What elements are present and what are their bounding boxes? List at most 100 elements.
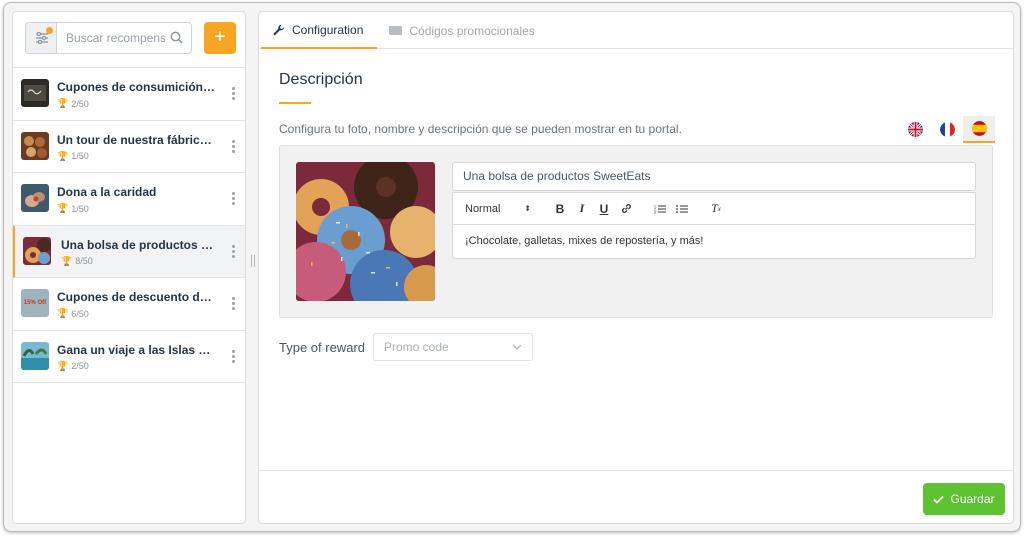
bold-icon[interactable]: B	[549, 198, 571, 220]
reward-type-select[interactable]: Promo code	[373, 333, 533, 361]
reward-title: Una bolsa de productos SweetEats	[61, 237, 221, 252]
reward-stock-value: 1/50	[71, 203, 89, 214]
reward-list-item[interactable]: Un tour de nuestra fábrica de dulces 🏆1/…	[13, 121, 245, 173]
trophy-icon: 🏆	[57, 150, 69, 161]
sliders-icon	[35, 32, 48, 44]
search-icon[interactable]	[170, 31, 183, 44]
svg-text:3: 3	[654, 210, 656, 214]
reward-editor-panel: Configuration Códigos promocionales Desc…	[258, 11, 1014, 524]
reward-stock-value: 8/50	[75, 256, 93, 266]
more-options-icon[interactable]	[232, 139, 236, 153]
updown-icon: ⬍	[524, 204, 531, 213]
editor-content[interactable]: ¡Chocolate, galletas, mixes de reposterí…	[453, 225, 975, 257]
reward-stock: 🏆 2/50	[57, 361, 89, 372]
check-icon	[933, 495, 945, 504]
more-options-icon[interactable]	[232, 349, 236, 363]
reward-stock: 🏆 2/50	[57, 98, 89, 109]
language-tab-es[interactable]	[963, 116, 995, 143]
reward-stock-value: 2/50	[71, 361, 89, 371]
underline-icon[interactable]: U	[593, 198, 615, 220]
ordered-list-icon[interactable]: 123	[649, 198, 671, 220]
reward-type-label: Type of reward	[279, 339, 365, 355]
section-description: Configura tu foto, nombre y descripción …	[279, 122, 682, 136]
tab-promo-codes[interactable]: Códigos promocionales	[377, 12, 548, 49]
reward-thumbnail	[21, 131, 49, 160]
reward-list-item[interactable]: Cupones de consumición Restaurante 🏆2/50	[13, 68, 245, 121]
chevron-down-icon	[512, 344, 522, 350]
reward-details-editor: Una bolsa de productos SweetEats Normal …	[279, 145, 993, 318]
editor-toolbar: Normal ⬍ B I U 123 T x	[453, 193, 975, 225]
reward-stock: 🏆 1/50	[57, 203, 89, 214]
ticket-icon	[389, 26, 403, 35]
uk-flag-icon	[907, 122, 923, 137]
language-tab-fr[interactable]	[931, 116, 963, 143]
tab-label: Códigos promocionales	[409, 23, 535, 38]
reward-photo[interactable]	[296, 162, 435, 301]
more-options-icon[interactable]	[232, 297, 236, 310]
reward-title: Un tour de nuestra fábrica de dulces	[57, 132, 217, 147]
trophy-icon: 🏆	[57, 98, 69, 108]
reward-title: Cupones de descuento de 15%	[57, 290, 217, 304]
bullet-list-icon[interactable]	[671, 198, 693, 220]
reward-thumbnail	[21, 341, 49, 370]
rewards-sidebar: + Cupones de consumición Restaurante 🏆2/…	[12, 11, 246, 524]
reward-title: Dona a la caridad	[57, 185, 157, 199]
section-title: Descripción	[279, 71, 363, 88]
search-input[interactable]	[57, 23, 165, 53]
reward-stock: 🏆 1/50	[57, 151, 89, 162]
spain-flag-icon	[971, 121, 987, 136]
add-reward-button[interactable]: +	[204, 22, 236, 54]
trophy-icon: 🏆	[61, 255, 73, 266]
reward-type-row: Type of reward Promo code	[279, 333, 533, 361]
save-button[interactable]: Guardar	[923, 483, 1005, 515]
more-options-icon[interactable]	[232, 244, 236, 258]
trophy-icon: 🏆	[57, 360, 69, 371]
reward-list-item[interactable]: Dona a la caridad 🏆 1/50	[13, 173, 245, 226]
reward-title: Cupones de consumición Restaurante	[57, 80, 217, 94]
reward-list: Cupones de consumición Restaurante 🏆2/50…	[13, 68, 245, 383]
more-options-icon[interactable]	[232, 192, 236, 205]
reward-type-placeholder: Promo code	[384, 340, 449, 354]
reward-list-item[interactable]: 15% Off Cupones de descuento de 15% 🏆 6/5…	[13, 278, 245, 331]
italic-icon[interactable]: I	[571, 198, 593, 220]
more-options-icon[interactable]	[232, 87, 236, 100]
title-underline	[279, 102, 311, 104]
reward-thumbnail	[23, 236, 51, 265]
trophy-icon: 🏆	[57, 203, 69, 213]
reward-list-item[interactable]: Gana un viaje a las Islas Seychelles 🏆2/…	[13, 331, 245, 383]
reward-stock: 🏆 6/50	[57, 308, 89, 319]
filter-active-badge	[46, 27, 53, 34]
trophy-icon: 🏆	[57, 308, 69, 318]
reward-stock: 🏆 8/50	[61, 256, 93, 267]
tab-bar: Configuration Códigos promocionales	[259, 12, 1013, 49]
clear-format-icon[interactable]: Tx	[705, 198, 727, 220]
language-tabs	[899, 116, 995, 143]
language-tab-en[interactable]	[899, 116, 931, 143]
reward-name-field[interactable]: Una bolsa de productos SweetEats	[452, 162, 976, 191]
text-format-value: Normal	[465, 202, 501, 215]
reward-thumbnail: 15% Off	[21, 289, 49, 317]
rich-text-editor: Normal ⬍ B I U 123 T x ¡Chocolate, galle…	[452, 192, 976, 259]
save-button-label: Guardar	[950, 492, 995, 506]
panel-resize-handle[interactable]	[250, 255, 256, 267]
tab-label: Configuration	[292, 22, 364, 37]
reward-list-item-selected[interactable]: Una bolsa de productos SweetEats 🏆8/50	[13, 225, 245, 278]
reward-title: Gana un viaje a las Islas Seychelles	[57, 342, 217, 357]
reward-stock-value: 1/50	[71, 151, 89, 161]
configuration-content: Descripción Configura tu foto, nombre y …	[259, 49, 1013, 469]
editor-footer: Guardar	[259, 470, 1013, 523]
app-window: + Cupones de consumición Restaurante 🏆2/…	[3, 2, 1021, 532]
reward-stock-value: 6/50	[71, 308, 89, 319]
text-format-select[interactable]: Normal ⬍	[465, 203, 537, 215]
tab-configuration[interactable]: Configuration	[261, 12, 378, 49]
france-flag-icon	[939, 122, 955, 137]
coupon-badge: 15% Off	[23, 300, 47, 306]
filter-button[interactable]	[25, 22, 57, 54]
reward-thumbnail	[21, 184, 49, 212]
link-icon[interactable]	[615, 198, 637, 220]
search-box	[56, 22, 192, 54]
wrench-icon	[273, 24, 284, 35]
reward-thumbnail	[21, 79, 49, 107]
sidebar-toolbar: +	[13, 12, 245, 68]
reward-stock-value: 2/50	[71, 98, 89, 109]
